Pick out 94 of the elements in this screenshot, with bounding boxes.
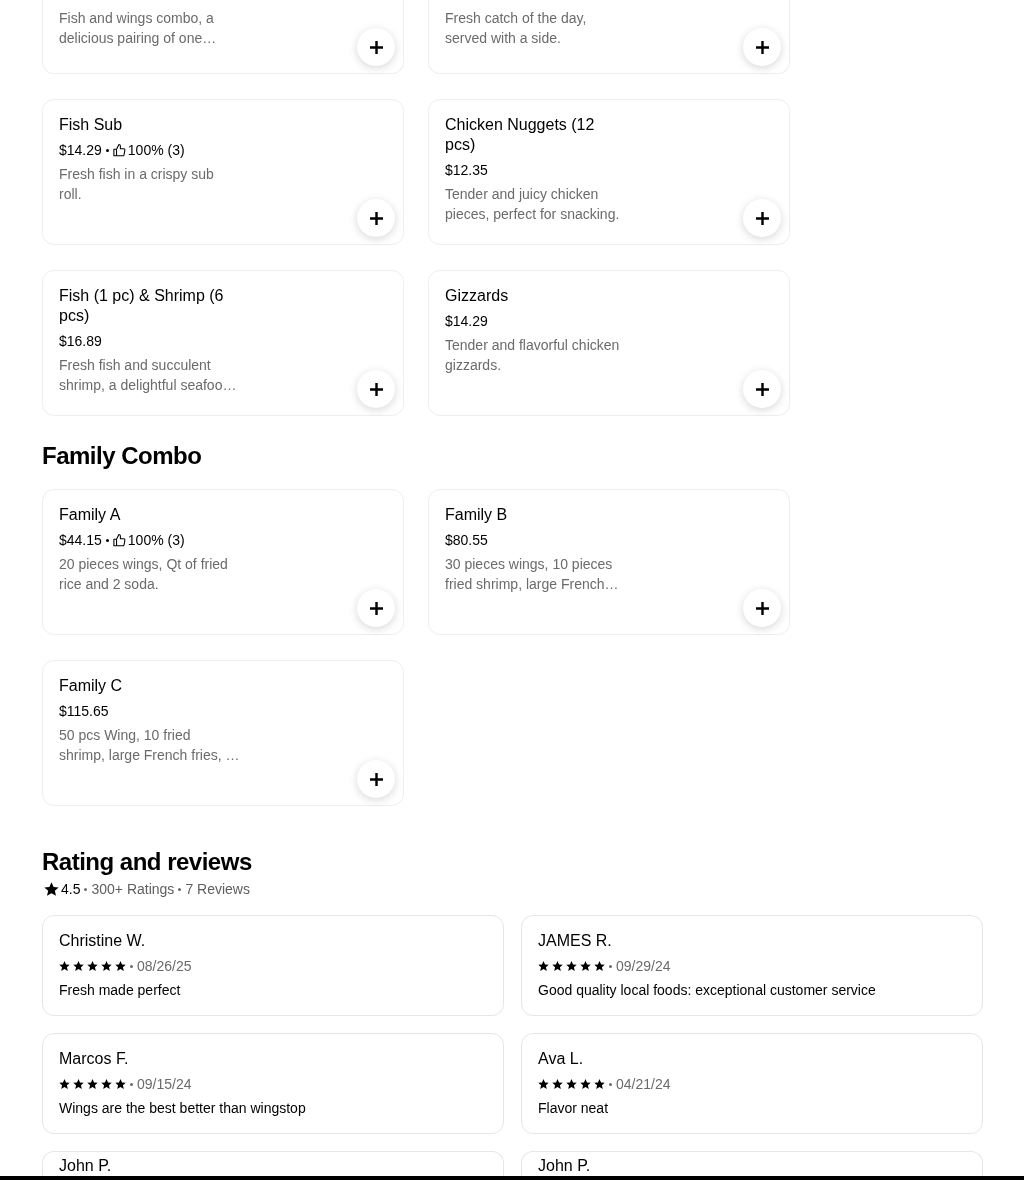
add-button[interactable]	[357, 199, 395, 237]
star-icon	[73, 961, 84, 971]
thumbs-up-icon	[112, 533, 126, 547]
review-date: 09/29/24	[616, 957, 671, 976]
star-icon	[566, 961, 577, 971]
plus-icon	[369, 382, 383, 396]
add-button[interactable]	[357, 370, 395, 408]
menu-item-card[interactable]: Fish Sub $14.29 100% (3) Fresh fish in a crispy sub roll.	[42, 99, 404, 245]
item-price: $12.35	[445, 161, 488, 180]
item-description: Tender and juicy chicken pieces, perfect for snacking.	[445, 185, 621, 224]
item-rating: 100% (3)	[127, 141, 185, 160]
add-button[interactable]	[743, 28, 781, 66]
plus-icon	[369, 211, 383, 225]
rating-value: 4.5	[61, 880, 81, 898]
plus-icon	[755, 40, 769, 54]
star-icon	[594, 961, 605, 971]
item-title: Family A	[59, 505, 122, 525]
item-description: 50 pcs Wing, 10 fried shrimp, large French fries, …	[59, 726, 241, 765]
review-text: Wings are the best better than wingstop	[59, 1099, 307, 1118]
star-icon	[101, 961, 112, 971]
item-description: Tender and flavorful chicken gizzards.	[445, 336, 621, 375]
plus-icon	[755, 211, 769, 225]
menu-item-card[interactable]: Family B $80.55 30 pieces wings, 10 pieces fried shrimp, large French…	[428, 489, 790, 635]
item-price: $16.89	[59, 332, 102, 351]
star-icon	[87, 1079, 98, 1089]
star-icon	[44, 882, 59, 896]
add-button[interactable]	[743, 589, 781, 627]
review-date: 08/26/25	[137, 957, 192, 976]
reviewer-name: John P.	[59, 1156, 113, 1175]
add-button[interactable]	[743, 370, 781, 408]
star-icon	[552, 1079, 563, 1089]
star-icon	[115, 961, 126, 971]
menu-item-card[interactable]: Chicken Nuggets (12 pcs) $12.35 Tender and juicy chicken pieces, perfect for snacking.	[428, 99, 790, 245]
item-title: Family C	[59, 676, 124, 696]
item-price: $115.65	[59, 702, 109, 721]
item-price: $14.29	[445, 312, 488, 331]
review-text: Good quality local foods: exceptional customer service	[538, 981, 877, 1000]
star-icon	[566, 1079, 577, 1089]
star-icon	[552, 961, 563, 971]
review-date: 04/21/24	[616, 1075, 671, 1094]
star-icon	[59, 961, 70, 971]
item-description: 30 pieces wings, 10 pieces fried shrimp, large French…	[445, 555, 620, 594]
star-icon	[538, 961, 549, 971]
menu-item-card[interactable]: Family A $44.15 100% (3) 20 pieces wings, Qt of fried rice and 2 soda.	[42, 489, 404, 635]
menu-item-card[interactable]: Fish and wings combo, a delicious pairing of one…	[42, 0, 404, 74]
menu-item-card[interactable]: Fresh catch of the day, served with a side.	[428, 0, 790, 74]
star-icon	[87, 961, 98, 971]
add-button[interactable]	[357, 28, 395, 66]
add-button[interactable]	[743, 199, 781, 237]
thumbs-up-icon	[112, 143, 126, 157]
section-heading: Family Combo	[42, 442, 203, 470]
menu-item-card[interactable]: Family C $115.65 50 pcs Wing, 10 fried shrimp, large French fries, …	[42, 660, 404, 806]
star-icon	[115, 1079, 126, 1089]
star-icon	[580, 1079, 591, 1089]
star-icon	[580, 961, 591, 971]
reviewer-name: Marcos F.	[59, 1049, 130, 1069]
item-description: Fresh fish in a crispy sub roll.	[59, 165, 215, 204]
star-icon	[73, 1079, 84, 1089]
item-title: Fish (1 pc) & Shrimp (6 pcs)	[59, 286, 225, 326]
reviewer-name: Ava L.	[538, 1049, 585, 1069]
star-icon	[538, 1079, 549, 1089]
star-icon	[594, 1079, 605, 1089]
reviewer-name: JAMES R.	[538, 931, 613, 951]
add-button[interactable]	[357, 589, 395, 627]
item-title: Gizzards	[445, 286, 510, 306]
item-title: Family B	[445, 505, 509, 525]
item-title: Fish Sub	[59, 115, 124, 135]
item-description: Fresh catch of the day, served with a side.	[445, 9, 588, 48]
item-rating: 100% (3)	[127, 531, 185, 550]
item-price: $44.15	[59, 531, 102, 550]
reviewer-name: Christine W.	[59, 931, 147, 951]
menu-item-card[interactable]: Fish (1 pc) & Shrimp (6 pcs) $16.89 Fresh fish and succulent shrimp, a delightful seafoo…	[42, 270, 404, 416]
plus-icon	[369, 40, 383, 54]
item-description: Fresh fish and succulent shrimp, a delightful seafoo…	[59, 356, 238, 395]
ratings-count: 300+ Ratings	[91, 880, 175, 898]
item-title: Chicken Nuggets (12 pcs)	[445, 115, 596, 155]
menu-item-card[interactable]: Gizzards $14.29 Tender and flavorful chicken gizzards.	[428, 270, 790, 416]
item-description: Fish and wings combo, a delicious pairing of one…	[59, 9, 218, 48]
star-icon	[101, 1079, 112, 1089]
review-text: Fresh made perfect	[59, 981, 182, 1000]
review-text: Flavor neat	[538, 1099, 610, 1118]
item-description: 20 pieces wings, Qt of fried rice and 2 soda.	[59, 555, 229, 594]
plus-icon	[755, 601, 769, 615]
section-heading: Rating and reviews	[42, 848, 253, 876]
plus-icon	[755, 382, 769, 396]
plus-icon	[369, 601, 383, 615]
add-button[interactable]	[357, 760, 395, 798]
reviewer-name: John P.	[538, 1156, 592, 1175]
reviews-count: 7 Reviews	[185, 880, 250, 898]
item-price: $14.29	[59, 141, 102, 160]
star-icon	[59, 1079, 70, 1089]
item-price: $80.55	[445, 531, 488, 550]
review-date: 09/15/24	[137, 1075, 192, 1094]
plus-icon	[369, 772, 383, 786]
